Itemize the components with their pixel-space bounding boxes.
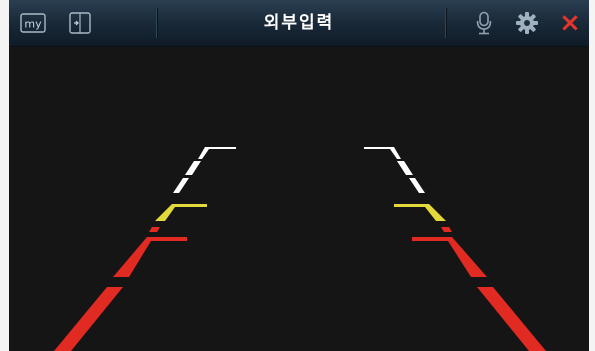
title-bar: my 외부입력 × — [9, 0, 589, 47]
close-button[interactable]: × — [555, 9, 585, 37]
close-icon: × — [559, 8, 581, 38]
divider-right — [445, 8, 446, 38]
left-guide-far — [173, 147, 236, 193]
settings-button[interactable] — [512, 9, 542, 37]
voice-button[interactable] — [469, 9, 499, 37]
screen: my 외부입력 × — [0, 0, 595, 351]
right-guide-mid — [394, 204, 446, 221]
left-guide-near — [54, 227, 187, 351]
microphone-icon — [476, 11, 492, 35]
left-guide-mid — [155, 204, 207, 221]
right-guide-far — [364, 147, 425, 193]
right-guide-near — [412, 227, 546, 351]
rear-camera-view — [9, 47, 589, 351]
gear-icon — [516, 12, 538, 34]
page-title: 외부입력 — [263, 13, 335, 33]
parking-guide-lines — [54, 147, 546, 351]
